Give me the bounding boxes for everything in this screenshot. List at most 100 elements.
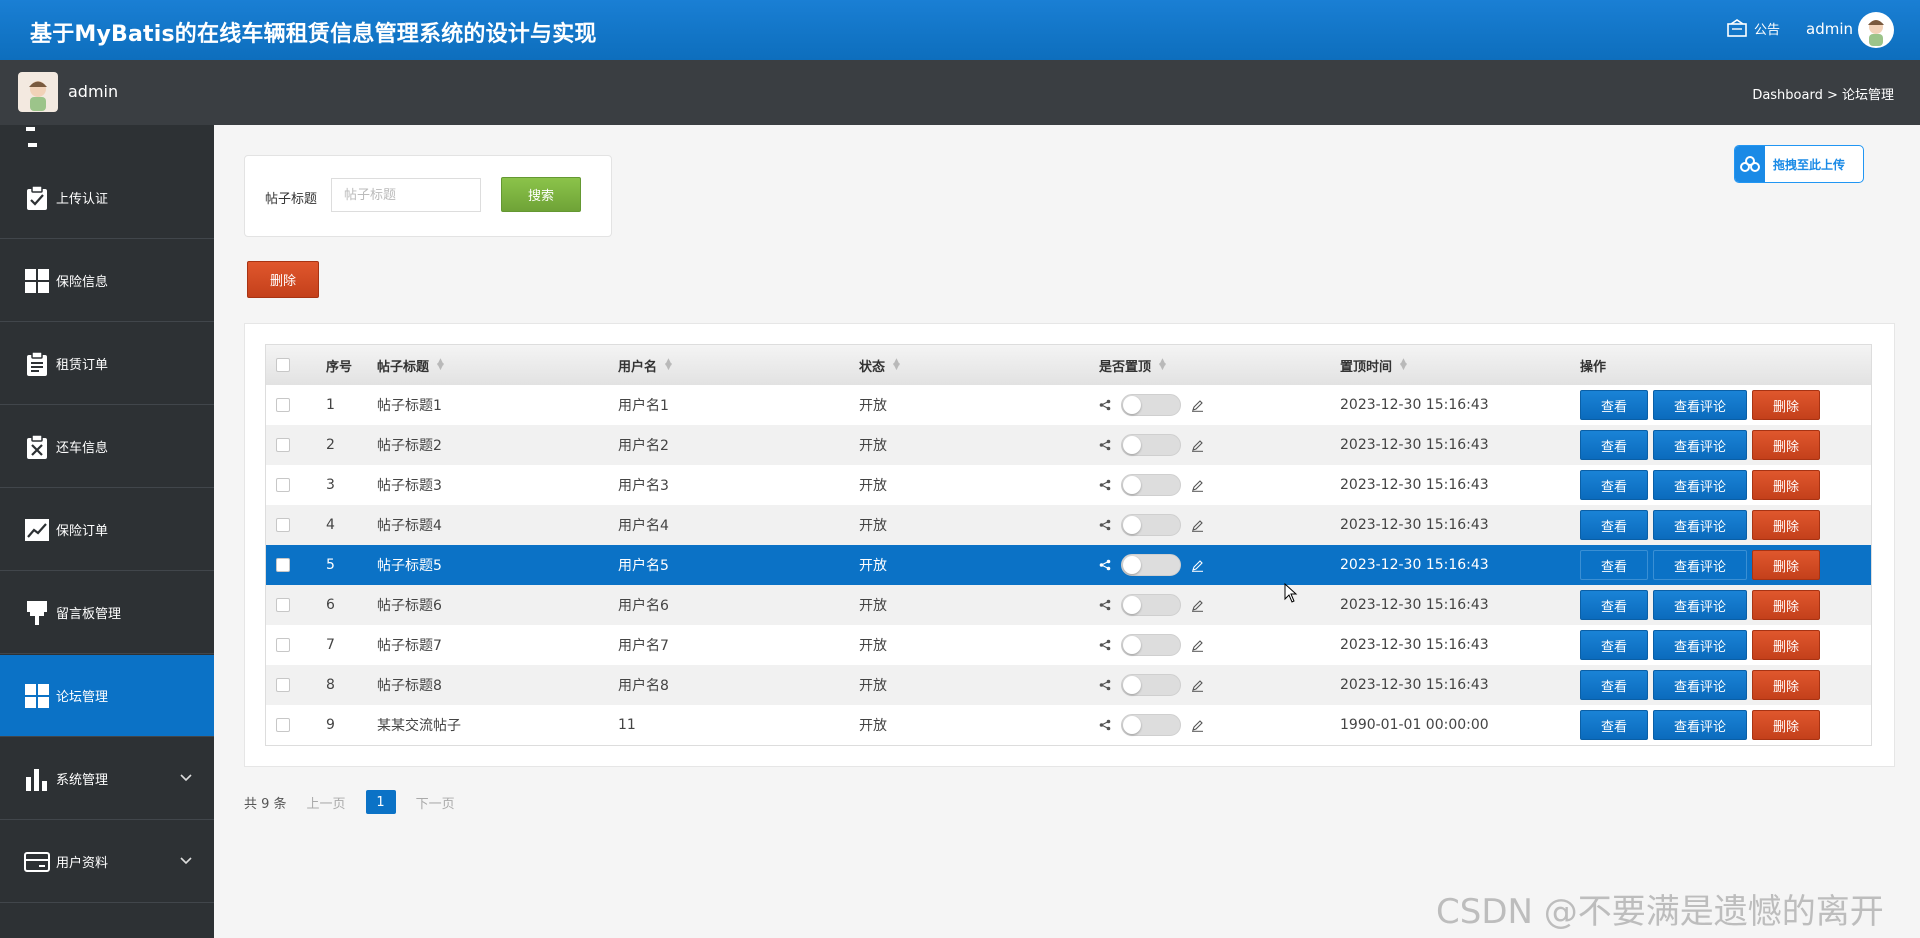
search-input[interactable] <box>331 178 481 212</box>
row-checkbox[interactable] <box>276 438 290 452</box>
view-comments-button[interactable]: 查看评论 <box>1653 710 1747 740</box>
sidebar-item-insurance-orders[interactable]: 保险订单 <box>0 489 214 571</box>
row-user: 用户名1 <box>618 398 669 414</box>
page-1-button[interactable]: 1 <box>365 790 396 814</box>
view-button[interactable]: 查看 <box>1580 670 1648 700</box>
view-button[interactable]: 查看 <box>1580 510 1648 540</box>
column-header-top[interactable]: 是否置顶 ▲ ▼ <box>1099 345 1166 385</box>
row-checkbox[interactable] <box>276 518 290 532</box>
notice-button[interactable]: 公告 <box>1726 18 1780 38</box>
edit-icon[interactable] <box>1191 559 1204 572</box>
table-row[interactable]: 9 某某交流帖子 11 开放 1990-01-01 00:00:00 查看 查看评论 删除 <box>266 705 1871 745</box>
column-header-time[interactable]: 置顶时间 ▲ ▼ <box>1340 345 1407 385</box>
pin-toggle[interactable] <box>1121 434 1181 456</box>
sidebar-item-message-board[interactable]: 留言板管理 <box>0 572 214 654</box>
table-row[interactable]: 4 帖子标题4 用户名4 开放 2023-12-30 15:16:43 查看 查看评论 删除 <box>266 505 1871 545</box>
table-row[interactable]: 5 帖子标题5 用户名5 开放 2023-12-30 15:16:43 查看 查看评论 删除 <box>266 545 1871 585</box>
table-row[interactable]: 7 帖子标题7 用户名7 开放 2023-12-30 15:16:43 查看 查看评论 删除 <box>266 625 1871 665</box>
delete-button[interactable]: 删除 <box>1752 510 1820 540</box>
view-comments-button[interactable]: 查看评论 <box>1653 430 1747 460</box>
table-row[interactable]: 1 帖子标题1 用户名1 开放 2023-12-30 15:16:43 查看 查看评论 删除 <box>266 385 1871 425</box>
edit-icon[interactable] <box>1191 639 1204 652</box>
view-button[interactable]: 查看 <box>1580 630 1648 660</box>
table-row[interactable]: 6 帖子标题6 用户名6 开放 2023-12-30 15:16:43 查看 查看评论 删除 <box>266 585 1871 625</box>
pin-toggle[interactable] <box>1121 594 1181 616</box>
column-header-state[interactable]: 状态 ▲ ▼ <box>859 345 900 385</box>
edit-icon[interactable] <box>1191 519 1204 532</box>
row-checkbox[interactable] <box>276 678 290 692</box>
sidebar-item-upload-auth[interactable]: 上传认证 <box>0 157 214 239</box>
delete-button[interactable]: 删除 <box>1752 710 1820 740</box>
delete-button[interactable]: 删除 <box>1752 470 1820 500</box>
edit-icon[interactable] <box>1191 399 1204 412</box>
delete-button[interactable]: 删除 <box>1752 590 1820 620</box>
notice-icon <box>1727 19 1747 37</box>
pin-toggle[interactable] <box>1121 634 1181 656</box>
grid-icon <box>24 683 50 709</box>
edit-icon[interactable] <box>1191 719 1204 732</box>
view-comments-button[interactable]: 查看评论 <box>1653 470 1747 500</box>
view-comments-button[interactable]: 查看评论 <box>1653 590 1747 620</box>
table-row[interactable]: 2 帖子标题2 用户名2 开放 2023-12-30 15:16:43 查看 查看评论 删除 <box>266 425 1871 465</box>
view-comments-button[interactable]: 查看评论 <box>1653 630 1747 660</box>
sidebar-item-user-profile[interactable]: 用户资料 <box>0 821 214 903</box>
row-checkbox[interactable] <box>276 718 290 732</box>
pin-toggle[interactable] <box>1121 554 1181 576</box>
notice-label: 公告 <box>1754 22 1781 38</box>
header-admin-name[interactable]: admin <box>1806 20 1853 38</box>
column-header-title[interactable]: 帖子标题 ▲ ▼ <box>377 345 444 385</box>
view-comments-button[interactable]: 查看评论 <box>1653 390 1747 420</box>
row-checkbox[interactable] <box>276 558 290 572</box>
view-button[interactable]: 查看 <box>1580 590 1648 620</box>
row-state: 开放 <box>859 478 887 494</box>
view-button[interactable]: 查看 <box>1580 390 1648 420</box>
row-checkbox[interactable] <box>276 398 290 412</box>
avatar[interactable] <box>1858 12 1894 48</box>
pin-toggle[interactable] <box>1121 394 1181 416</box>
table-row[interactable]: 3 帖子标题3 用户名3 开放 2023-12-30 15:16:43 查看 查看评论 删除 <box>266 465 1871 505</box>
batch-delete-button[interactable]: 删除 <box>247 261 319 298</box>
delete-button[interactable]: 删除 <box>1752 630 1820 660</box>
view-comments-button[interactable]: 查看评论 <box>1653 550 1747 580</box>
breadcrumb: Dashboard > 论坛管理 <box>1752 88 1894 103</box>
delete-button[interactable]: 删除 <box>1752 550 1820 580</box>
delete-button[interactable]: 删除 <box>1752 390 1820 420</box>
column-header-user[interactable]: 用户名 ▲ ▼ <box>618 345 672 385</box>
delete-button[interactable]: 删除 <box>1752 430 1820 460</box>
pin-toggle[interactable] <box>1121 474 1181 496</box>
edit-icon[interactable] <box>1191 479 1204 492</box>
sidebar-item-return-info[interactable]: 还车信息 <box>0 406 214 488</box>
row-user: 用户名6 <box>618 598 669 614</box>
share-icon <box>1099 639 1111 651</box>
view-button[interactable]: 查看 <box>1580 550 1648 580</box>
pin-toggle[interactable] <box>1121 514 1181 536</box>
search-button[interactable]: 搜索 <box>501 177 581 212</box>
edit-icon[interactable] <box>1191 679 1204 692</box>
view-comments-button[interactable]: 查看评论 <box>1653 670 1747 700</box>
edit-icon[interactable] <box>1191 599 1204 612</box>
row-checkbox[interactable] <box>276 638 290 652</box>
sidebar-item-system[interactable]: 系统管理 <box>0 738 214 820</box>
view-comments-button[interactable]: 查看评论 <box>1653 510 1747 540</box>
view-button[interactable]: 查看 <box>1580 430 1648 460</box>
sidebar-item-forum[interactable]: 论坛管理 <box>0 655 214 737</box>
table-row[interactable]: 8 帖子标题8 用户名8 开放 2023-12-30 15:16:43 查看 查看评论 删除 <box>266 665 1871 705</box>
next-page-button[interactable]: 下一页 <box>416 793 455 812</box>
sidebar-item-insurance-info[interactable]: 保险信息 <box>0 240 214 322</box>
select-all-checkbox[interactable] <box>276 358 290 372</box>
row-checkbox[interactable] <box>276 478 290 492</box>
edit-icon[interactable] <box>1191 439 1204 452</box>
pin-toggle[interactable] <box>1121 714 1181 736</box>
sidebar-avatar <box>18 72 58 112</box>
row-checkbox[interactable] <box>276 598 290 612</box>
prev-page-button[interactable]: 上一页 <box>307 793 346 812</box>
drag-upload-button[interactable]: 拖拽至此上传 <box>1734 145 1864 183</box>
sidebar-item-rental-orders[interactable]: 租赁订单 <box>0 323 214 405</box>
cloud-upload-icon <box>1735 146 1765 182</box>
view-button[interactable]: 查看 <box>1580 470 1648 500</box>
view-button[interactable]: 查看 <box>1580 710 1648 740</box>
pin-toggle[interactable] <box>1121 674 1181 696</box>
sort-icon: ▲ ▼ <box>1159 357 1166 372</box>
delete-button[interactable]: 删除 <box>1752 670 1820 700</box>
sort-icon: ▲ ▼ <box>1400 357 1407 372</box>
